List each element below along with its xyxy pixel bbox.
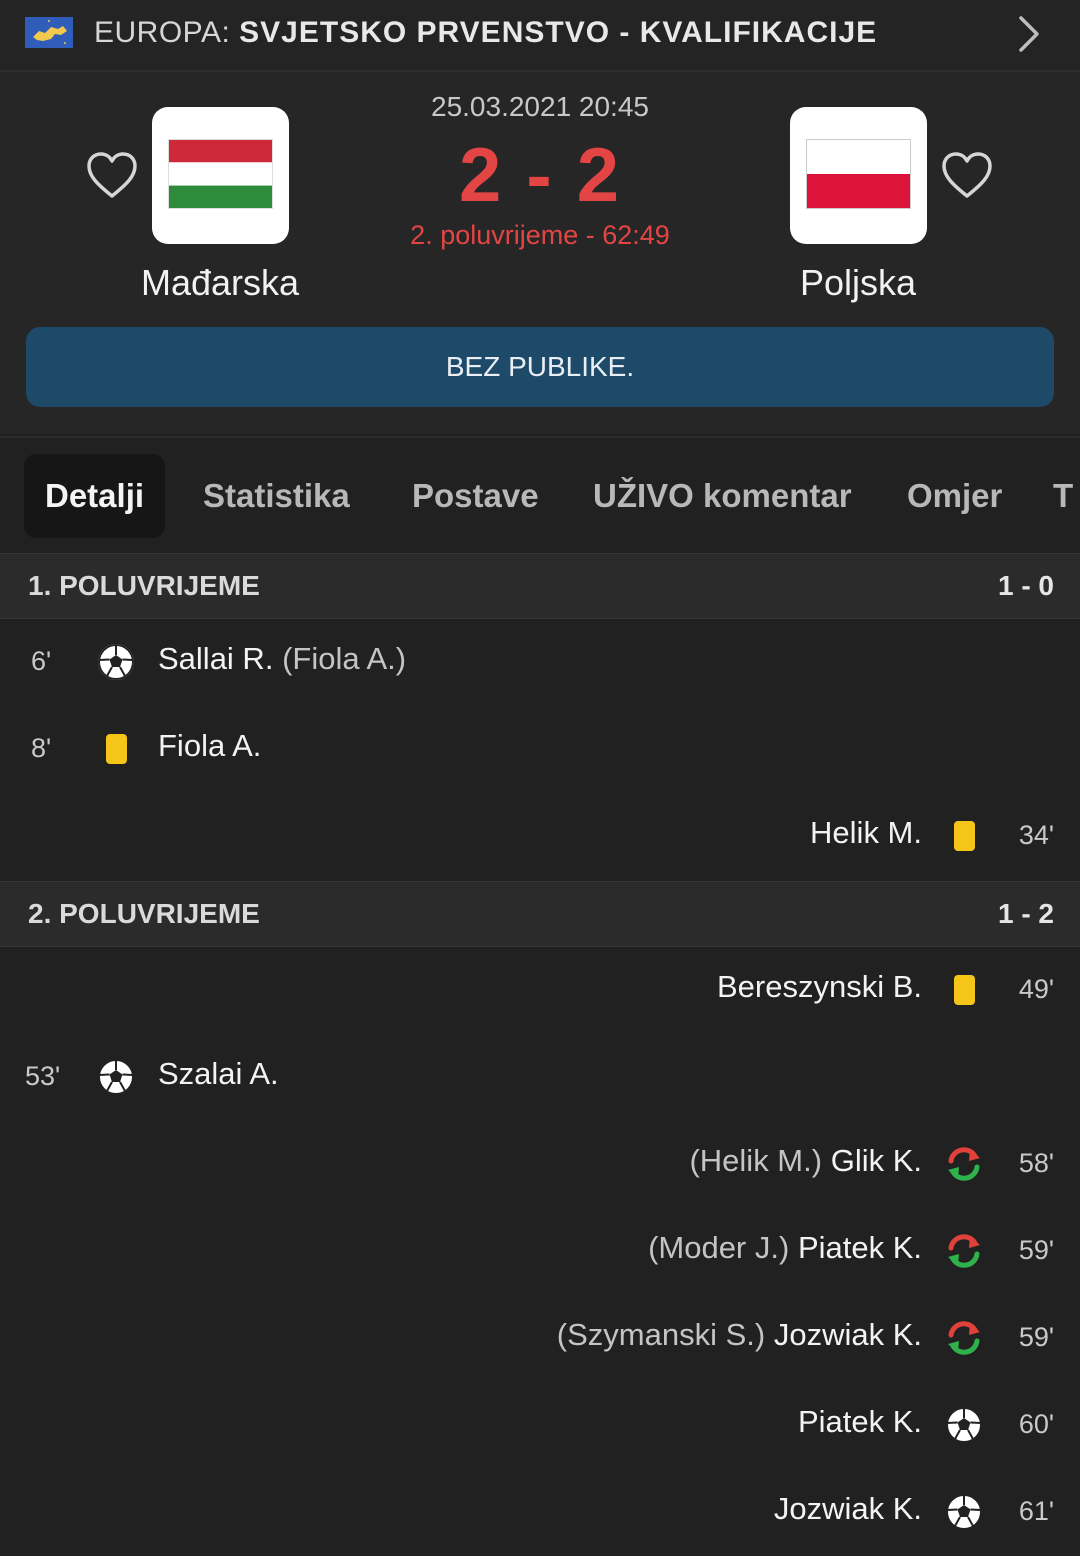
section-header-second-half: 2. POLUVRIJEME 1 - 2: [0, 881, 1080, 947]
event-player-out: (Moder J.): [648, 1230, 790, 1265]
section-title: 2. POLUVRIJEME: [28, 898, 260, 929]
competition-region: EUROPA:: [94, 16, 231, 49]
event-player-name: Piatek K.: [797, 1230, 922, 1265]
goal-icon: [946, 1494, 982, 1530]
yellow-card-icon: [954, 821, 975, 851]
event-minute: 49': [1018, 974, 1054, 1004]
tab-detalji[interactable]: Detalji: [24, 454, 166, 538]
tab-omjer[interactable]: Omjer: [907, 454, 1002, 538]
event-player: (Helik M.) Glik K.: [689, 1143, 922, 1179]
away-team-name[interactable]: Poljska: [708, 262, 1008, 304]
event-minute: 34': [1018, 820, 1054, 850]
event-minute: 58': [1018, 1148, 1054, 1178]
event-minute: 59': [1018, 1235, 1054, 1265]
event-player-name: Helik M.: [810, 815, 922, 850]
yellow-card-icon: [106, 734, 127, 764]
event-player: Jozwiak K.: [774, 1491, 922, 1527]
event-minute: 60': [1018, 1409, 1054, 1439]
europe-flag-icon: [25, 17, 73, 48]
away-team-logo[interactable]: [790, 107, 927, 244]
event-row[interactable]: Jozwiak K. 61': [0, 1482, 1080, 1542]
event-row[interactable]: Helik M. 34': [0, 806, 1080, 866]
chevron-right-icon[interactable]: [1014, 14, 1044, 54]
event-assist: (Fiola A.): [282, 641, 407, 676]
event-player-name: Fiola A.: [158, 728, 262, 763]
event-player-out: (Helik M.): [689, 1143, 823, 1178]
section-score: 1 - 0: [997, 570, 1054, 601]
event-player-name: Bereszynski B.: [716, 969, 922, 1004]
competition-name: SVJETSKO PRVENSTVO - KVALIFIKACIJE: [239, 16, 878, 49]
event-row[interactable]: Bereszynski B. 49': [0, 960, 1080, 1020]
event-player: Helik M.: [810, 815, 922, 851]
match-header: 25.03.2021 20:45 Mađarska 2 - 2 2. poluv…: [0, 72, 1080, 434]
tab-bar: Detalji Statistika Postave UŽIVO komenta…: [0, 436, 1080, 556]
event-player-name: Sallai R.: [158, 641, 274, 676]
goal-icon: [98, 644, 134, 680]
section-score: 1 - 2: [997, 898, 1054, 929]
section-header-first-half: 1. POLUVRIJEME 1 - 0: [0, 553, 1080, 619]
tab-statistika[interactable]: Statistika: [203, 454, 350, 538]
event-player-name: Glik K.: [830, 1143, 922, 1178]
poland-flag-icon: [806, 139, 911, 209]
event-minute: 61': [1018, 1496, 1054, 1526]
event-player-name: Jozwiak K.: [773, 1317, 922, 1352]
event-player: Bereszynski B.: [717, 969, 922, 1005]
event-row[interactable]: (Moder J.) Piatek K. 59': [0, 1221, 1080, 1281]
yellow-card-icon: [954, 975, 975, 1005]
event-player-name: Jozwiak K.: [773, 1491, 922, 1526]
goal-icon: [946, 1407, 982, 1443]
event-player: Szalai A.: [158, 1056, 279, 1092]
event-minute: 6': [31, 646, 52, 676]
event-player: (Moder J.) Piatek K.: [648, 1230, 922, 1266]
event-minute: 53': [25, 1061, 61, 1091]
substitution-icon: [948, 1321, 980, 1355]
event-row[interactable]: 53' Szalai A.: [0, 1047, 1080, 1107]
event-player: Fiola A.: [158, 728, 261, 764]
competition-title: EUROPA: SVJETSKO PRVENSTVO - KVALIFIKACI…: [94, 16, 877, 50]
event-minute: 59': [1018, 1322, 1054, 1352]
substitution-icon: [948, 1234, 980, 1268]
event-row[interactable]: (Helik M.) Glik K. 58': [0, 1134, 1080, 1194]
tab-postave[interactable]: Postave: [412, 454, 539, 538]
event-row[interactable]: (Szymanski S.) Jozwiak K. 59': [0, 1308, 1080, 1368]
section-title: 1. POLUVRIJEME: [28, 570, 260, 601]
event-player-name: Szalai A.: [158, 1056, 279, 1091]
match-notice-banner: BEZ PUBLIKE.: [26, 327, 1054, 407]
home-team-name[interactable]: Mađarska: [70, 262, 370, 304]
event-player-name: Piatek K.: [797, 1404, 922, 1439]
substitution-icon: [948, 1147, 980, 1181]
competition-header[interactable]: EUROPA: SVJETSKO PRVENSTVO - KVALIFIKACI…: [0, 0, 1080, 72]
event-player: (Szymanski S.) Jozwiak K.: [557, 1317, 922, 1353]
event-row[interactable]: 6' Sallai R. (Fiola A.): [0, 632, 1080, 692]
event-row[interactable]: Piatek K. 60': [0, 1395, 1080, 1455]
event-row[interactable]: 8' Fiola A.: [0, 719, 1080, 779]
event-player-out: (Szymanski S.): [556, 1317, 766, 1352]
favorite-away-heart-icon[interactable]: [940, 150, 994, 200]
tab-uzivo-komentar[interactable]: UŽIVO komentar: [593, 454, 852, 538]
event-minute: 8': [31, 733, 52, 763]
event-player: Piatek K.: [798, 1404, 922, 1440]
event-player: Sallai R. (Fiola A.): [158, 641, 406, 677]
tab-more[interactable]: T: [1053, 454, 1073, 538]
goal-icon: [98, 1059, 134, 1095]
